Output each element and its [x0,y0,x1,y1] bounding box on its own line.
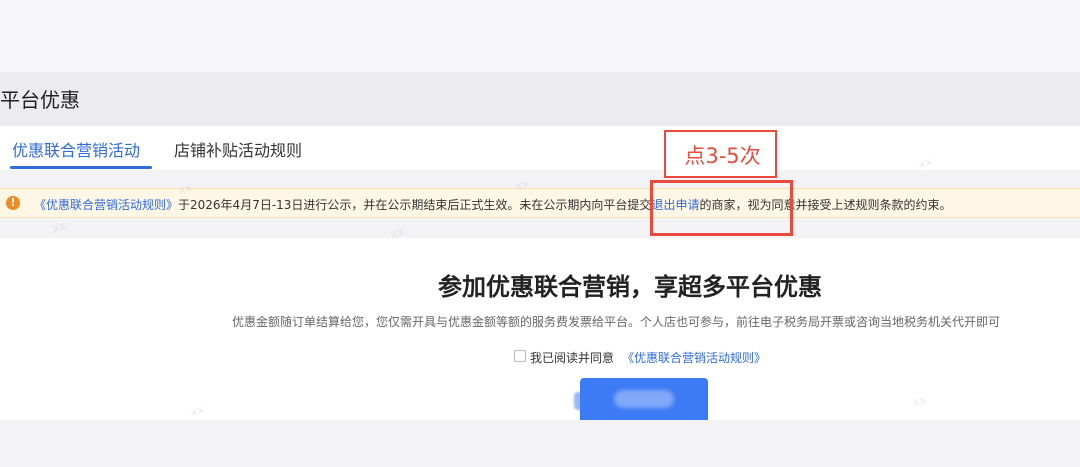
footer-strip [0,420,1080,467]
top-blank-area [0,0,1080,72]
tab-store-subsidy-rules[interactable]: 店铺补贴活动规则 [174,137,302,161]
main-title: 参加优惠联合营销，享超多平台优惠 [438,273,822,301]
page: 平台优惠 优惠联合营销活动 店铺补贴活动规则 ! 《优惠联合营销活动规则》于20… [0,0,1080,467]
annotation-callout: 点3-5次 [664,130,777,178]
tab-bar: 优惠联合营销活动 店铺补贴活动规则 [0,126,1080,170]
agree-rules-link[interactable]: 《优惠联合营销活动规则》 [622,349,766,366]
annotation-label: 点3-5次 [684,144,761,168]
warning-circle-icon: ! [6,196,20,210]
join-button[interactable] [580,378,708,420]
notice-text-before: 于2026年4月7日-13日进行公示，并在公示期结束后正式生效。未在公示期内向平… [178,198,652,212]
active-tab-indicator [10,166,152,169]
tab-joint-marketing[interactable]: 优惠联合营销活动 [12,137,140,161]
title-bar [0,72,1080,126]
notice-text: 《优惠联合营销活动规则》于2026年4月7日-13日进行公示，并在公示期结束后正… [34,196,951,213]
page-title: 平台优惠 [0,88,80,112]
notice-banner: ! 《优惠联合营销活动规则》于2026年4月7日-13日进行公示，并在公示期结束… [0,188,1080,218]
watermark: xx [50,218,69,236]
annotation-highlight-box [650,180,793,236]
main-description: 优惠金额随订单结算给您，您仅需开具与优惠金额等额的服务费发票给平台。个人店也可参… [232,315,1001,329]
rules-link[interactable]: 《优惠联合营销活动规则》 [34,198,178,212]
join-button-label [614,390,674,408]
agree-checkbox[interactable] [514,350,526,362]
agree-text: 我已阅读并同意 [530,351,615,365]
